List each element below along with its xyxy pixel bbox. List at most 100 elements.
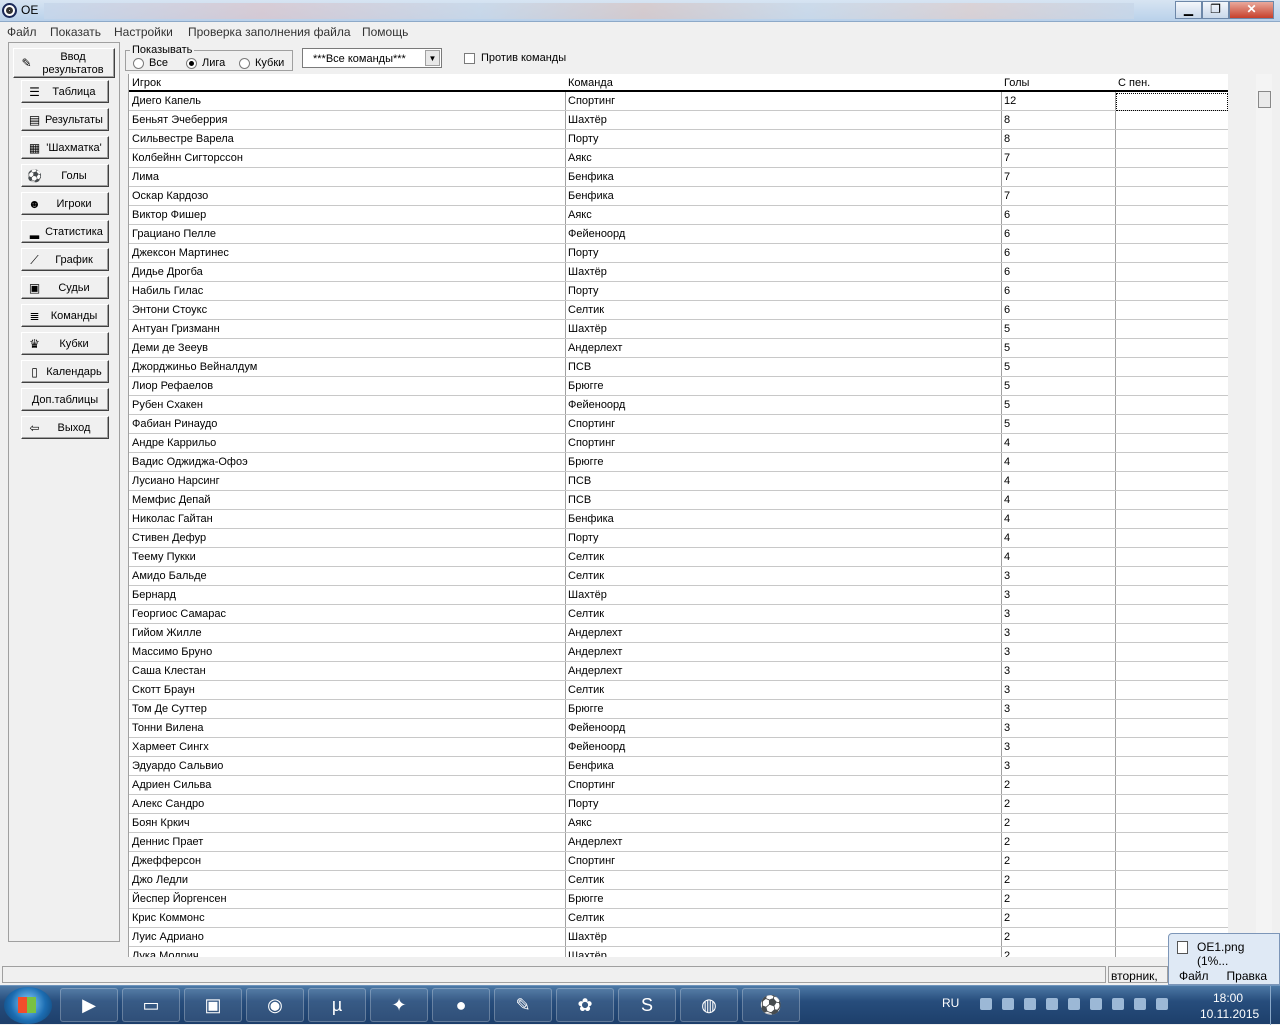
team-cell[interactable]: Андерлехт — [568, 665, 622, 677]
table-row[interactable]: Лусиано Нарсинг ПСВ 4 — [129, 472, 1228, 491]
goals-cell[interactable]: 2 — [1004, 779, 1010, 791]
table-row[interactable]: Антуан Гризманн Шахтёр 5 — [129, 320, 1228, 339]
language-indicator[interactable]: RU — [942, 996, 959, 1010]
preview-menu-file[interactable]: Файл — [1179, 969, 1209, 983]
results-button[interactable]: ▤ Результаты — [21, 108, 109, 131]
tray-icon[interactable] — [1090, 998, 1102, 1010]
header-penalties[interactable]: С пен. — [1116, 77, 1150, 89]
player-cell[interactable]: Мемфис Депай — [132, 494, 211, 506]
game-icon[interactable]: ✦ — [370, 988, 428, 1022]
minimize-button[interactable]: ▁ — [1175, 1, 1202, 19]
table-row[interactable]: Оскар Кардозо Бенфика 7 — [129, 187, 1228, 206]
table-row[interactable]: Рубен Схакен Фейеноорд 5 — [129, 396, 1228, 415]
icq-icon[interactable]: ✿ — [556, 988, 614, 1022]
player-cell[interactable]: Николас Гайтан — [132, 513, 213, 525]
chrome-icon[interactable]: ◍ — [680, 988, 738, 1022]
goals-cell[interactable]: 4 — [1004, 551, 1010, 563]
table-row[interactable]: Эдуардо Сальвио Бенфика 3 — [129, 757, 1228, 776]
table-row[interactable]: Алекс Сандро Порту 2 — [129, 795, 1228, 814]
goals-cell[interactable]: 6 — [1004, 266, 1010, 278]
team-cell[interactable]: Андерлехт — [568, 342, 622, 354]
player-cell[interactable]: Лука Модрич — [132, 950, 199, 957]
table-row[interactable]: Сильвестре Варела Порту 8 — [129, 130, 1228, 149]
statistics-button[interactable]: ▂ Статистика — [21, 220, 109, 243]
radio-all[interactable]: Все — [133, 57, 168, 69]
skype-icon[interactable]: S — [618, 988, 676, 1022]
table-row[interactable]: Беньят Эчеберрия Шахтёр 8 — [129, 111, 1228, 130]
team-cell[interactable]: Бенфика — [568, 171, 614, 183]
goals-cell[interactable]: 3 — [1004, 722, 1010, 734]
team-cell[interactable]: Бенфика — [568, 513, 614, 525]
team-cell[interactable]: Шахтёр — [568, 950, 607, 957]
team-cell[interactable]: Фейеноорд — [568, 722, 625, 734]
team-cell[interactable]: Брюгге — [568, 456, 604, 468]
explorer-icon[interactable]: ▭ — [122, 988, 180, 1022]
preview-menu-edit[interactable]: Правка — [1227, 969, 1268, 983]
goals-cell[interactable]: 2 — [1004, 798, 1010, 810]
soccer-app-icon[interactable]: ⚽ — [742, 988, 800, 1022]
team-cell[interactable]: Шахтёр — [568, 323, 607, 335]
table-row[interactable]: Джо Ледли Селтик 2 — [129, 871, 1228, 890]
team-cell[interactable]: Селтик — [568, 874, 604, 886]
goals-cell[interactable]: 5 — [1004, 361, 1010, 373]
goals-cell[interactable]: 3 — [1004, 741, 1010, 753]
player-cell[interactable]: Стивен Дефур — [132, 532, 206, 544]
team-cell[interactable]: Селтик — [568, 684, 604, 696]
player-cell[interactable]: Джексон Мартинес — [132, 247, 229, 259]
referees-button[interactable]: ▣ Судьи — [21, 276, 109, 299]
player-cell[interactable]: Алекс Сандро — [132, 798, 204, 810]
player-cell[interactable]: Бернард — [132, 589, 176, 601]
team-cell[interactable]: Аякс — [568, 817, 592, 829]
team-cell[interactable]: Фейеноорд — [568, 399, 625, 411]
camera-icon[interactable]: ◉ — [246, 988, 304, 1022]
current-cell[interactable] — [1116, 93, 1228, 111]
tray-icon[interactable] — [1002, 998, 1014, 1010]
table-row[interactable]: Лука Модрич Шахтёр 2 — [129, 947, 1228, 957]
player-cell[interactable]: Беньят Эчеберрия — [132, 114, 227, 126]
teams-button[interactable]: ≣ Команды — [21, 304, 109, 327]
table-row[interactable]: Тонни Вилена Фейеноорд 3 — [129, 719, 1228, 738]
team-cell[interactable]: Порту — [568, 798, 599, 810]
player-cell[interactable]: Саша Клестан — [132, 665, 206, 677]
table-row[interactable]: Виктор Фишер Аякс 6 — [129, 206, 1228, 225]
team-cell[interactable]: Шахтёр — [568, 931, 607, 943]
table-row[interactable]: Фабиан Ринаудо Спортинг 5 — [129, 415, 1228, 434]
monitor-icon[interactable]: ▣ — [184, 988, 242, 1022]
players-button[interactable]: ☻ Игроки — [21, 192, 109, 215]
player-cell[interactable]: Хармеет Сингх — [132, 741, 209, 753]
goals-cell[interactable]: 6 — [1004, 285, 1010, 297]
radio-cups[interactable]: Кубки — [239, 57, 284, 69]
header-team[interactable]: Команда — [566, 77, 613, 89]
goals-cell[interactable]: 4 — [1004, 494, 1010, 506]
tray-icon[interactable] — [1024, 998, 1036, 1010]
team-cell[interactable]: Андерлехт — [568, 627, 622, 639]
goals-cell[interactable]: 2 — [1004, 855, 1010, 867]
team-cell[interactable]: Селтик — [568, 304, 604, 316]
table-row[interactable]: Николас Гайтан Бенфика 4 — [129, 510, 1228, 529]
table-row[interactable]: Дидье Дрогба Шахтёр 6 — [129, 263, 1228, 282]
player-cell[interactable]: Гийом Жилле — [132, 627, 202, 639]
team-cell[interactable]: Порту — [568, 247, 599, 259]
player-cell[interactable]: Джо Ледли — [132, 874, 188, 886]
menu-help[interactable]: Помощь — [362, 25, 408, 39]
goals-cell[interactable]: 5 — [1004, 342, 1010, 354]
player-cell[interactable]: Андре Каррильо — [132, 437, 216, 449]
utorrent-icon[interactable]: µ — [308, 988, 366, 1022]
team-cell[interactable]: Бенфика — [568, 190, 614, 202]
goals-cell[interactable]: 6 — [1004, 228, 1010, 240]
player-cell[interactable]: Вадис Оджиджа-Офоэ — [132, 456, 248, 468]
table-row[interactable]: Колбейнн Сигторссон Аякс 7 — [129, 149, 1228, 168]
player-cell[interactable]: Деннис Прает — [132, 836, 203, 848]
team-cell[interactable]: Селтик — [568, 608, 604, 620]
team-cell[interactable]: Селтик — [568, 551, 604, 563]
team-cell[interactable]: Андерлехт — [568, 836, 622, 848]
player-cell[interactable]: Дидье Дрогба — [132, 266, 203, 278]
goals-cell[interactable]: 7 — [1004, 152, 1010, 164]
table-row[interactable]: Энтони Стоукс Селтик 6 — [129, 301, 1228, 320]
player-cell[interactable]: Массимо Бруно — [132, 646, 212, 658]
table-row[interactable]: Грациано Пелле Фейеноорд 6 — [129, 225, 1228, 244]
team-cell[interactable]: Порту — [568, 285, 599, 297]
team-cell[interactable]: Шахтёр — [568, 266, 607, 278]
menu-file[interactable]: Файл — [7, 25, 37, 39]
goals-cell[interactable]: 6 — [1004, 247, 1010, 259]
